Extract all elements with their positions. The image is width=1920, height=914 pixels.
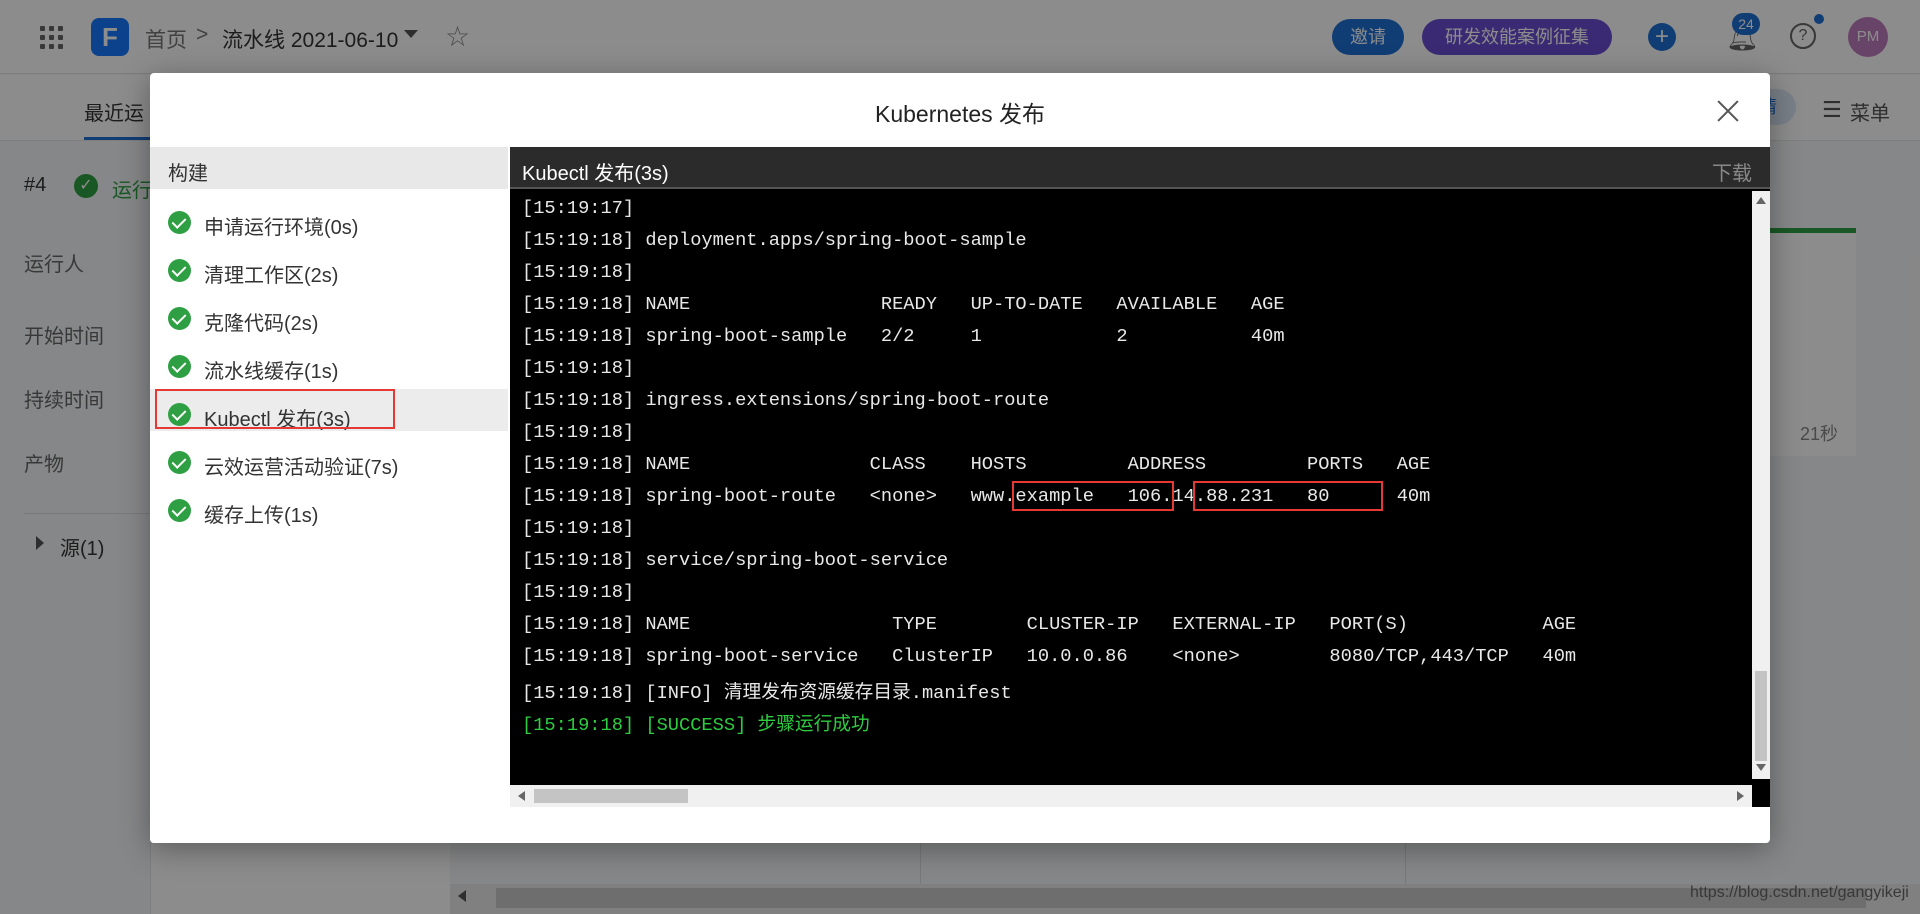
- scroll-right-icon[interactable]: [1737, 791, 1744, 801]
- step-item[interactable]: 流水线缓存(1s): [150, 345, 508, 387]
- success-check-icon: [168, 307, 191, 330]
- log-line: [15:19:18]: [522, 357, 635, 379]
- log-line: [15:19:17]: [522, 197, 635, 219]
- log-panel: Kubectl 发布(3s) 下载 [15:19:17] [15:19:18] …: [510, 147, 1770, 807]
- success-check-icon: [168, 499, 191, 522]
- step-label: 流水线缓存(1s): [204, 361, 339, 383]
- step-label: 清理工作区(2s): [204, 265, 339, 287]
- log-line: [15:19:18] NAME TYPE CLUSTER-IP EXTERNAL…: [522, 613, 1577, 635]
- step-label: 申请运行环境(0s): [204, 217, 359, 239]
- step-item[interactable]: 克隆代码(2s): [150, 297, 508, 339]
- log-vscroll-thumb[interactable]: [1755, 671, 1767, 761]
- step-highlight-box: [155, 389, 395, 429]
- log-header: Kubectl 发布(3s) 下载: [510, 147, 1770, 189]
- step-item[interactable]: 申请运行环境(0s): [150, 201, 508, 243]
- hosts-highlight-box: [1012, 481, 1174, 511]
- log-line: [15:19:18] deployment.apps/spring-boot-s…: [522, 229, 1027, 251]
- log-line: [15:19:18] spring-boot-service ClusterIP…: [522, 645, 1577, 667]
- log-line: [15:19:18]: [522, 581, 635, 603]
- step-label: 克隆代码(2s): [204, 313, 319, 335]
- log-title: Kubectl 发布(3s): [522, 163, 669, 185]
- log-vertical-scrollbar[interactable]: [1752, 191, 1770, 779]
- steps-header-label: 构建: [168, 163, 208, 185]
- scroll-down-icon[interactable]: [1756, 764, 1766, 771]
- log-hscroll-thumb[interactable]: [534, 789, 688, 803]
- log-line: [15:19:18]: [522, 261, 635, 283]
- download-button[interactable]: 下载: [1712, 157, 1752, 186]
- scroll-left-icon[interactable]: [518, 791, 525, 801]
- modal-title: Kubernetes 发布: [874, 101, 1046, 127]
- log-line: [15:19:18]: [522, 421, 635, 443]
- steps-header: 构建: [150, 147, 508, 189]
- log-line: [15:19:18] spring-boot-sample 2/2 1 2 40…: [522, 325, 1285, 347]
- step-item[interactable]: 云效运营活动验证(7s): [150, 441, 508, 483]
- kubernetes-deploy-modal: Kubernetes 发布 构建 申请运行环境(0s) 清理工作区(2s) 克隆…: [150, 73, 1770, 843]
- log-line: [15:19:18] NAME READY UP-TO-DATE AVAILAB…: [522, 293, 1285, 315]
- log-horizontal-scrollbar[interactable]: [510, 785, 1752, 807]
- step-item[interactable]: 清理工作区(2s): [150, 249, 508, 291]
- log-line: [15:19:18] ingress.extensions/spring-boo…: [522, 389, 1050, 411]
- scroll-up-icon[interactable]: [1756, 197, 1766, 204]
- step-label: 缓存上传(1s): [204, 505, 319, 527]
- success-check-icon: [168, 355, 191, 378]
- close-icon[interactable]: [1712, 95, 1744, 127]
- success-check-icon: [168, 211, 191, 234]
- log-line: [15:19:18]: [522, 517, 635, 539]
- log-line-success: [15:19:18] [SUCCESS] 步骤运行成功: [522, 714, 870, 736]
- log-line: [15:19:18] service/spring-boot-service: [522, 549, 949, 571]
- log-line: [15:19:18] NAME CLASS HOSTS ADDRESS PORT…: [522, 453, 1431, 475]
- log-output[interactable]: [15:19:17] [15:19:18] deployment.apps/sp…: [510, 191, 1752, 779]
- log-line: [15:19:18] [INFO] 清理发布资源缓存目录.manifest: [522, 682, 1012, 704]
- address-highlight-box: [1193, 481, 1383, 511]
- step-item[interactable]: 缓存上传(1s): [150, 489, 508, 531]
- step-label: 云效运营活动验证(7s): [204, 457, 399, 479]
- success-check-icon: [168, 259, 191, 282]
- success-check-icon: [168, 451, 191, 474]
- build-steps-panel: 构建 申请运行环境(0s) 清理工作区(2s) 克隆代码(2s) 流水线缓存(1…: [150, 147, 508, 843]
